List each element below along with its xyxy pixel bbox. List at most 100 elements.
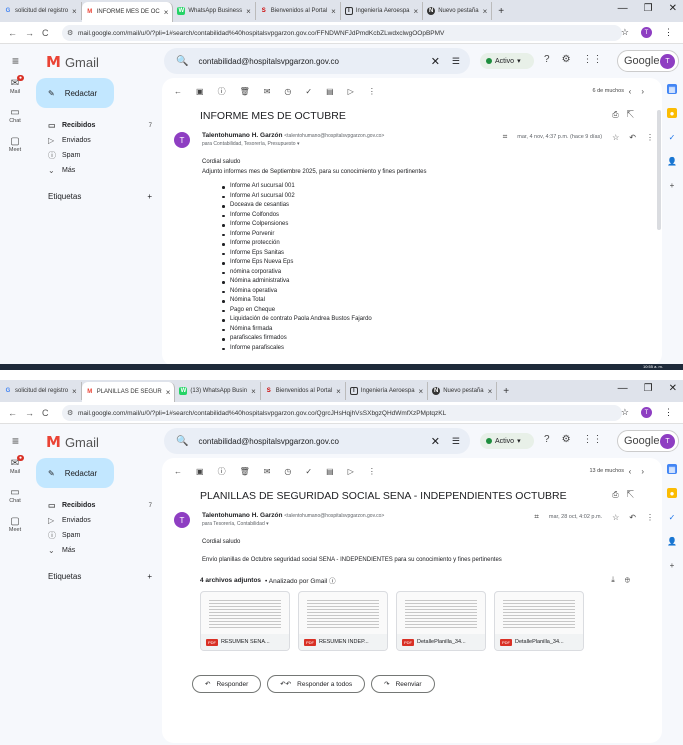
sidebar-item-inbox[interactable]: ▭ Recibidos 7 — [30, 498, 160, 513]
close-icon[interactable]: × — [251, 387, 256, 396]
close-icon[interactable]: × — [336, 387, 341, 396]
forward-icon[interactable]: → — [25, 408, 34, 418]
menu-dots-icon[interactable]: ⋮ — [664, 27, 673, 38]
pager-arrows[interactable]: ‹› — [629, 87, 654, 96]
main-menu-icon[interactable]: ≡ — [12, 434, 19, 448]
add-task-icon[interactable]: ✓ — [305, 87, 312, 96]
add-task-icon[interactable]: ✓ — [305, 467, 312, 476]
close-icon[interactable]: × — [331, 7, 336, 16]
archive-icon[interactable]: ▣ — [196, 87, 204, 96]
clear-search-icon[interactable]: ✕ — [431, 435, 440, 448]
clear-search-icon[interactable]: ✕ — [431, 55, 440, 68]
menu-dots-icon[interactable]: ⋮ — [664, 407, 673, 418]
search-options-icon[interactable]: ☰ — [452, 56, 460, 67]
sidebar-item-more[interactable]: ⌄ Más — [30, 163, 160, 178]
settings-icon[interactable]: ⚙ — [562, 434, 571, 445]
close-icon[interactable]: × — [72, 7, 77, 16]
calendar-icon[interactable]: ▦ — [667, 84, 677, 94]
add-label-icon[interactable]: + — [147, 192, 152, 201]
attachment-card[interactable]: PDF DetallePlanilla_34... — [494, 591, 584, 651]
move-icon[interactable]: ▤ — [326, 467, 334, 476]
back-arrow-icon[interactable]: ← — [174, 87, 182, 96]
search-input[interactable]: 🔍 contabilidad@hospitalsvpgarzon.gov.co ✕ ☰ — [164, 428, 470, 454]
close-icon[interactable]: × — [246, 7, 251, 16]
sidebar-item-sent[interactable]: ▷ Enviados — [30, 513, 160, 528]
browser-tab[interactable]: W (13) WhatsApp Busin × — [175, 382, 261, 400]
add-app-icon[interactable]: + — [667, 180, 677, 190]
delete-icon[interactable]: 🗑 — [240, 467, 250, 476]
print-icon[interactable]: ⎙⇱ — [612, 110, 642, 120]
help-icon[interactable]: ? — [544, 434, 550, 445]
sidebar-item-spam[interactable]: ⓘ Spam — [30, 148, 160, 163]
add-label-icon[interactable]: + — [147, 572, 152, 581]
delete-icon[interactable]: 🗑 — [240, 87, 250, 96]
tasks-icon[interactable]: ✓ — [667, 512, 677, 522]
mark-unread-icon[interactable]: ✉ — [264, 467, 271, 476]
reply-icon[interactable]: ↶ — [629, 513, 636, 522]
report-icon[interactable]: ⓘ — [218, 86, 226, 97]
reload-icon[interactable]: C — [42, 408, 49, 418]
calendar-icon[interactable]: ▦ — [667, 464, 677, 474]
search-options-icon[interactable]: ☰ — [452, 436, 460, 447]
google-account-button[interactable]: Google T — [617, 430, 679, 452]
more-icon[interactable]: ⋮ — [368, 467, 376, 476]
url-field[interactable]: ⚙ mail.google.com/mail/u/0/?pli=1#search/… — [62, 405, 622, 421]
minimize-icon[interactable]: — — [618, 3, 628, 14]
more-icon[interactable]: ⋮ — [646, 133, 654, 142]
new-tab-button[interactable]: + — [498, 6, 504, 17]
close-icon[interactable]: × — [483, 7, 488, 16]
bookmark-star-icon[interactable]: ☆ — [621, 407, 629, 418]
browser-tab[interactable]: I Ingeniería Aeroespa × — [341, 2, 424, 20]
report-icon[interactable]: ⓘ — [218, 466, 226, 477]
site-info-icon[interactable]: ⚙ — [67, 29, 73, 37]
profile-avatar[interactable]: T — [641, 407, 652, 418]
label-icon[interactable]: ▷ — [348, 467, 354, 476]
print-icon[interactable]: ⎙⇱ — [612, 490, 642, 500]
close-window-icon[interactable]: ✕ — [669, 383, 677, 394]
attachment-card[interactable]: PDF RESUMEN SENA... — [200, 591, 290, 651]
add-app-icon[interactable]: + — [667, 560, 677, 570]
gmail-logo[interactable]: M Gmail — [46, 53, 99, 71]
sidebar-item-spam[interactable]: ⓘ Spam — [30, 528, 160, 543]
snooze-icon[interactable]: ◷ — [284, 467, 291, 476]
browser-tab[interactable]: Gsolicitud del registro × — [0, 2, 82, 20]
label-icon[interactable]: ▷ — [348, 87, 354, 96]
back-arrow-icon[interactable]: ← — [174, 467, 182, 476]
sidebar-item-inbox[interactable]: ▭ Recibidos 7 — [30, 118, 160, 133]
compose-button[interactable]: ✎ Redactar — [36, 458, 114, 488]
compose-button[interactable]: ✎ Redactar — [36, 78, 114, 108]
minimize-icon[interactable]: — — [618, 383, 628, 394]
browser-tab-active[interactable]: M INFORME MES DE OC × — [81, 2, 174, 22]
recipients[interactable]: para Contabilidad, Tesorería, Presupuest… — [202, 141, 299, 147]
close-window-icon[interactable]: ✕ — [669, 3, 677, 14]
back-icon[interactable]: ← — [8, 408, 17, 418]
close-icon[interactable]: × — [72, 387, 77, 396]
status-dropdown[interactable]: Activo ▾ — [480, 53, 534, 69]
close-icon[interactable]: × — [166, 388, 171, 397]
forward-icon[interactable]: → — [25, 28, 34, 38]
recipients[interactable]: para Tesorería, Contabilidad ▾ — [202, 521, 269, 527]
snooze-icon[interactable]: ◷ — [284, 87, 291, 96]
search-icon[interactable]: 🔍 — [176, 436, 188, 447]
google-account-button[interactable]: Google T — [617, 50, 679, 72]
attachment-card[interactable]: PDF DetallePlanilla_34... — [396, 591, 486, 651]
star-icon[interactable]: ☆ — [612, 133, 619, 142]
pager-arrows[interactable]: ‹› — [629, 467, 654, 476]
main-menu-icon[interactable]: ≡ — [12, 54, 19, 68]
gmail-logo[interactable]: M Gmail — [46, 433, 99, 451]
browser-tab[interactable]: S Bienvenidos al Portal × — [256, 2, 341, 20]
status-dropdown[interactable]: Activo ▾ — [480, 433, 534, 449]
apps-grid-icon[interactable]: ⋮⋮ — [583, 434, 603, 445]
help-icon[interactable]: ? — [544, 54, 550, 65]
move-icon[interactable]: ▤ — [326, 87, 334, 96]
reload-icon[interactable]: C — [42, 28, 49, 38]
bookmark-star-icon[interactable]: ☆ — [621, 27, 629, 38]
star-icon[interactable]: ☆ — [612, 513, 619, 522]
contacts-icon[interactable]: 👤 — [667, 156, 677, 166]
close-icon[interactable]: × — [164, 8, 169, 17]
browser-tab[interactable]: N Nuevo pestaña × — [423, 2, 493, 20]
profile-avatar[interactable]: T — [641, 27, 652, 38]
contacts-icon[interactable]: 👤 — [667, 536, 677, 546]
keep-icon[interactable]: ● — [667, 488, 677, 498]
browser-tab[interactable]: Gsolicitud del registro × — [0, 382, 82, 400]
